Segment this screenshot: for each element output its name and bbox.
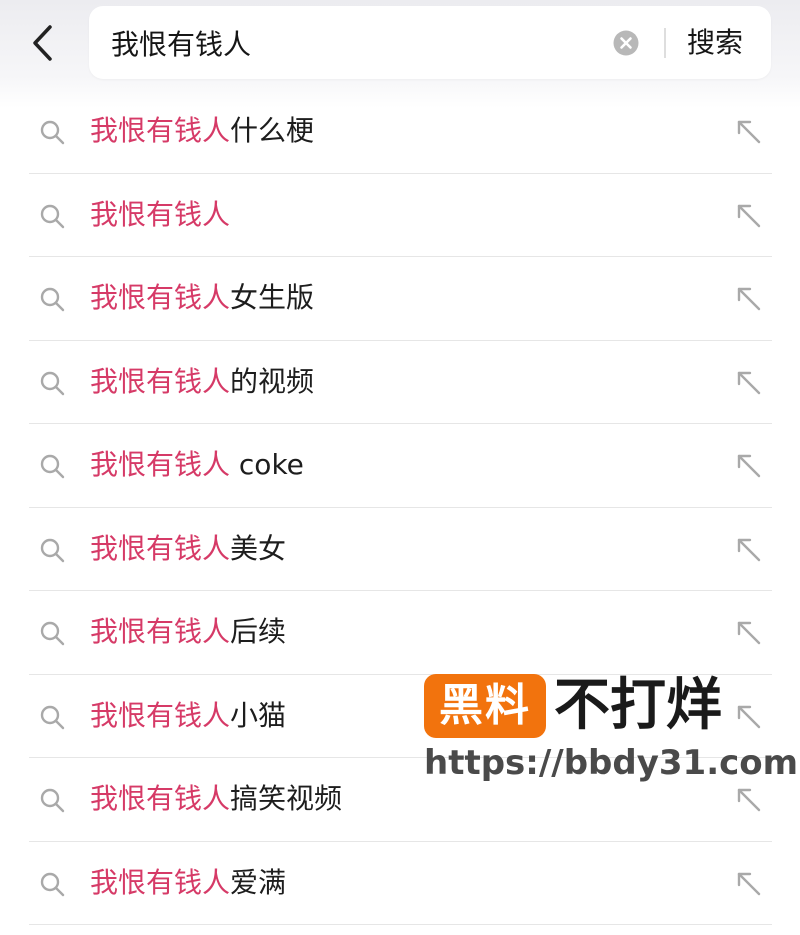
arrow-up-left-icon[interactable] [736,537,762,563]
search-icon [40,621,65,646]
search-box: 搜索 [89,6,771,79]
suggestion-item[interactable]: 我恨有钱人搞笑视频 [29,758,772,842]
search-icon [40,204,65,228]
suggestion-item[interactable]: 我恨有钱人后续 [29,591,772,675]
suggestion-text: 我恨有钱人 coke [90,424,304,506]
arrow-up-left-icon[interactable] [736,286,762,312]
suggestion-text: 我恨有钱人搞笑视频 [90,758,342,840]
suggestion-text: 我恨有钱人 [90,174,230,256]
arrow-up-left-icon[interactable] [736,704,762,730]
suggestion-highlight: 我恨有钱人 [90,531,231,565]
suggestion-text: 我恨有钱人女生版 [90,257,314,339]
suggestion-highlight: 我恨有钱人 [90,448,231,481]
search-icon [40,371,65,395]
suggestion-item[interactable]: 我恨有钱人美女 [29,508,772,591]
suggestion-item[interactable]: 我恨有钱人 coke [29,424,772,508]
search-icon [40,538,65,562]
suggestion-highlight: 我恨有钱人 [90,197,231,231]
suggestion-highlight: 我恨有钱人 [90,281,231,314]
suggestion-text: 我恨有钱人美女 [90,508,286,590]
arrow-up-left-icon[interactable] [736,620,762,646]
suggestion-highlight: 我恨有钱人 [90,364,231,398]
suggestion-suffix: 什么梗 [230,114,315,147]
search-input[interactable] [111,6,591,79]
arrow-up-left-icon[interactable] [736,871,762,897]
suggestion-list: 我恨有钱人什么梗 我恨有钱人 我恨有钱人女生版 我恨有钱人的视频 我恨有钱人 c… [29,90,772,925]
suggestion-suffix: 爱满 [230,865,287,899]
suggestion-suffix: 后续 [230,615,287,648]
suggestion-suffix: 美女 [230,531,287,565]
suggestion-suffix: coke [230,448,304,481]
search-icon [40,120,65,145]
suggestion-suffix: 小猫 [230,698,287,732]
search-icon [40,287,65,312]
arrow-up-left-icon[interactable] [736,370,762,396]
search-icon [40,454,65,479]
search-icon [40,705,65,729]
suggestion-item[interactable]: 我恨有钱人女生版 [29,257,772,341]
clear-search-button[interactable] [613,30,639,56]
suggestion-text: 我恨有钱人后续 [90,591,286,673]
suggestion-highlight: 我恨有钱人 [90,114,231,147]
suggestion-item[interactable]: 我恨有钱人什么梗 [29,90,772,174]
arrow-up-left-icon[interactable] [736,203,762,229]
suggestion-suffix: 的视频 [230,364,315,398]
search-divider [664,28,666,58]
suggestion-highlight: 我恨有钱人 [90,698,231,732]
suggestion-text: 我恨有钱人的视频 [90,341,314,423]
back-button[interactable] [22,18,62,68]
suggestion-suffix: 搞笑视频 [230,782,343,815]
suggestion-highlight: 我恨有钱人 [90,782,231,815]
search-icon [40,872,65,896]
suggestion-highlight: 我恨有钱人 [90,865,231,899]
suggestion-item[interactable]: 我恨有钱人 [29,174,772,257]
arrow-up-left-icon[interactable] [736,119,762,145]
search-button[interactable]: 搜索 [687,6,743,79]
suggestion-item[interactable]: 我恨有钱人小猫 [29,675,772,758]
suggestion-item[interactable]: 我恨有钱人爱满 [29,842,772,925]
suggestion-highlight: 我恨有钱人 [90,615,231,648]
chevron-left-icon [33,25,52,61]
search-icon [40,788,65,813]
suggestion-suffix: 女生版 [230,281,315,314]
suggestion-text: 我恨有钱人小猫 [90,675,286,757]
suggestion-text: 我恨有钱人爱满 [90,842,286,924]
arrow-up-left-icon[interactable] [736,787,762,813]
suggestion-text: 我恨有钱人什么梗 [90,90,314,172]
arrow-up-left-icon[interactable] [736,453,762,479]
suggestion-item[interactable]: 我恨有钱人的视频 [29,341,772,424]
